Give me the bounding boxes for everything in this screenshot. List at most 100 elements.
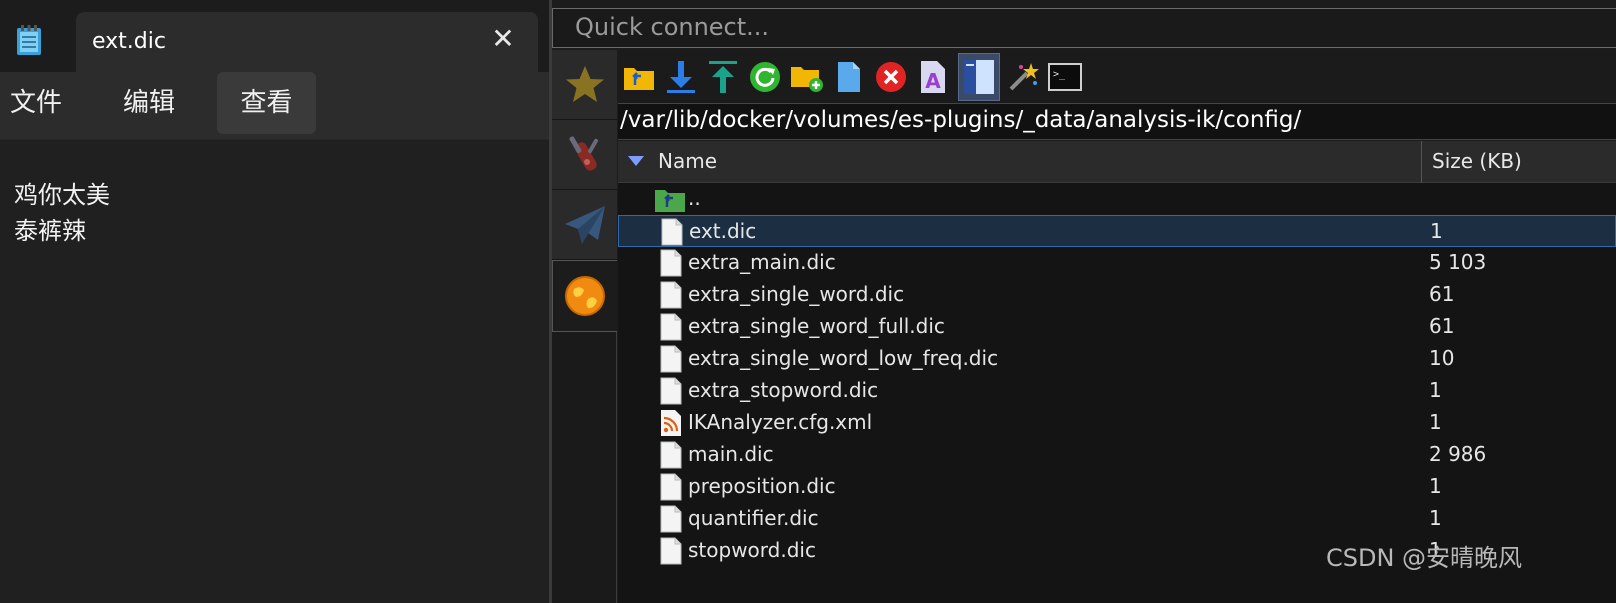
file-name: ext.dic: [689, 219, 757, 243]
new-folder-button[interactable]: [790, 60, 824, 94]
file-name: extra_stopword.dic: [688, 378, 879, 402]
delete-button[interactable]: [874, 60, 908, 94]
tab-title: ext.dic: [92, 29, 166, 54]
rss-xml-icon: [661, 410, 681, 436]
file-row[interactable]: quantifier.dic 1: [618, 503, 1616, 535]
file-name: extra_main.dic: [688, 250, 836, 274]
menu-view[interactable]: 查看: [217, 72, 316, 134]
quick-connect-input[interactable]: Quick connect...: [552, 8, 1616, 48]
column-header-size[interactable]: Size (KB): [1432, 149, 1522, 173]
file-size: 1: [1429, 410, 1442, 434]
file-icon: [660, 281, 682, 309]
magic-wand-button[interactable]: [1006, 60, 1040, 94]
download-icon: [667, 61, 695, 93]
terminal-icon: >_: [1048, 63, 1082, 91]
new-folder-icon: [791, 67, 823, 92]
editor-line: 鸡你太美: [14, 181, 110, 209]
file-icon: [660, 249, 682, 277]
download-button[interactable]: [664, 60, 698, 94]
notepad-titlebar: ext.dic ✕: [0, 0, 551, 72]
file-icon: [661, 218, 683, 246]
parent-folder-icon: [655, 190, 685, 212]
file-name: IKAnalyzer.cfg.xml: [688, 410, 873, 434]
sidebar-favorites[interactable]: [552, 50, 617, 120]
split-view-icon: [964, 60, 994, 94]
file-row[interactable]: extra_single_word.dic 61: [618, 279, 1616, 311]
tab-ext-dic[interactable]: ext.dic ✕: [76, 12, 538, 72]
file-row[interactable]: ext.dic 1: [618, 215, 1616, 247]
tools-icon: [569, 135, 598, 171]
file-name: preposition.dic: [688, 474, 836, 498]
editor-line: 泰裤辣: [14, 217, 86, 245]
left-sidebar: [552, 50, 617, 603]
file-size: 61: [1429, 282, 1455, 306]
file-name: main.dic: [688, 442, 774, 466]
menu-file[interactable]: 文件: [0, 72, 72, 134]
file-icon: [660, 313, 682, 341]
file-icon: [660, 345, 682, 373]
file-row[interactable]: IKAnalyzer.cfg.xml 1: [618, 407, 1616, 439]
file-size: 10: [1429, 346, 1455, 370]
file-name: stopword.dic: [688, 538, 816, 562]
csdn-watermark: CSDN @安晴晚风: [1326, 544, 1523, 572]
text-editor[interactable]: 鸡你太美 泰裤辣: [0, 141, 551, 603]
file-list-header: Name Size (KB): [618, 141, 1616, 183]
delete-icon: [876, 62, 906, 92]
quick-connect-placeholder: Quick connect...: [575, 13, 770, 41]
notepad-menubar: 文件 编辑 查看: [0, 72, 551, 140]
file-icon: [660, 505, 682, 533]
new-file-icon: [838, 62, 860, 92]
rename-icon: A: [921, 61, 945, 93]
file-row[interactable]: extra_single_word_full.dic 61: [618, 311, 1616, 343]
file-size: 2 986: [1429, 442, 1487, 466]
sidebar-transfer[interactable]: [552, 190, 617, 260]
parent-directory-row[interactable]: ..: [618, 183, 1616, 215]
svg-text:>_: >_: [1053, 69, 1066, 80]
sidebar-sftp[interactable]: [552, 260, 617, 332]
file-name: extra_single_word_low_freq.dic: [688, 346, 999, 370]
file-size: 5 103: [1429, 250, 1487, 274]
parent-folder-icon: [624, 68, 654, 90]
notepad-app-icon: [17, 25, 41, 55]
file-row[interactable]: extra_stopword.dic 1: [618, 375, 1616, 407]
svg-text:A: A: [925, 69, 941, 93]
current-path: /var/lib/docker/volumes/es-plugins/_data…: [620, 107, 1302, 133]
file-name: quantifier.dic: [688, 506, 819, 530]
file-icon: [660, 537, 682, 565]
new-file-button[interactable]: [832, 60, 866, 94]
refresh-icon: [750, 62, 780, 92]
menu-edit[interactable]: 编辑: [113, 72, 185, 134]
parent-folder-button[interactable]: [622, 60, 656, 94]
split-view-button[interactable]: [958, 53, 1000, 101]
file-name: extra_single_word_full.dic: [688, 314, 945, 338]
upload-icon: [709, 61, 737, 93]
sidebar-tools[interactable]: [552, 120, 617, 190]
file-icon: [660, 441, 682, 469]
file-row[interactable]: preposition.dic 1: [618, 471, 1616, 503]
star-icon: [565, 65, 604, 102]
column-header-name[interactable]: Name: [658, 149, 717, 173]
close-icon[interactable]: ✕: [488, 24, 518, 54]
file-toolbar: A >_: [618, 50, 1616, 103]
globe-icon: [565, 276, 605, 316]
paper-plane-icon: [564, 205, 605, 244]
file-row[interactable]: main.dic 2 986: [618, 439, 1616, 471]
upload-button[interactable]: [706, 60, 740, 94]
notepad-window: ext.dic ✕ 文件 编辑 查看 鸡你太美 泰裤辣: [0, 0, 551, 603]
file-row[interactable]: extra_single_word_low_freq.dic 10: [618, 343, 1616, 375]
path-bar[interactable]: /var/lib/docker/volumes/es-plugins/_data…: [618, 103, 1616, 140]
column-divider[interactable]: [1421, 141, 1422, 183]
terminal-button[interactable]: >_: [1048, 60, 1082, 94]
file-name: extra_single_word.dic: [688, 282, 905, 306]
file-icon: [660, 473, 682, 501]
file-size: 61: [1429, 314, 1455, 338]
file-size: 1: [1429, 378, 1442, 402]
sort-descending-icon[interactable]: [628, 156, 644, 166]
file-row[interactable]: extra_main.dic 5 103: [618, 247, 1616, 279]
magic-wand-icon: [1009, 63, 1039, 91]
refresh-button[interactable]: [748, 60, 782, 94]
rename-button[interactable]: A: [916, 60, 950, 94]
file-size: 1: [1429, 506, 1442, 530]
file-size: 1: [1429, 474, 1442, 498]
file-icon: [660, 377, 682, 405]
